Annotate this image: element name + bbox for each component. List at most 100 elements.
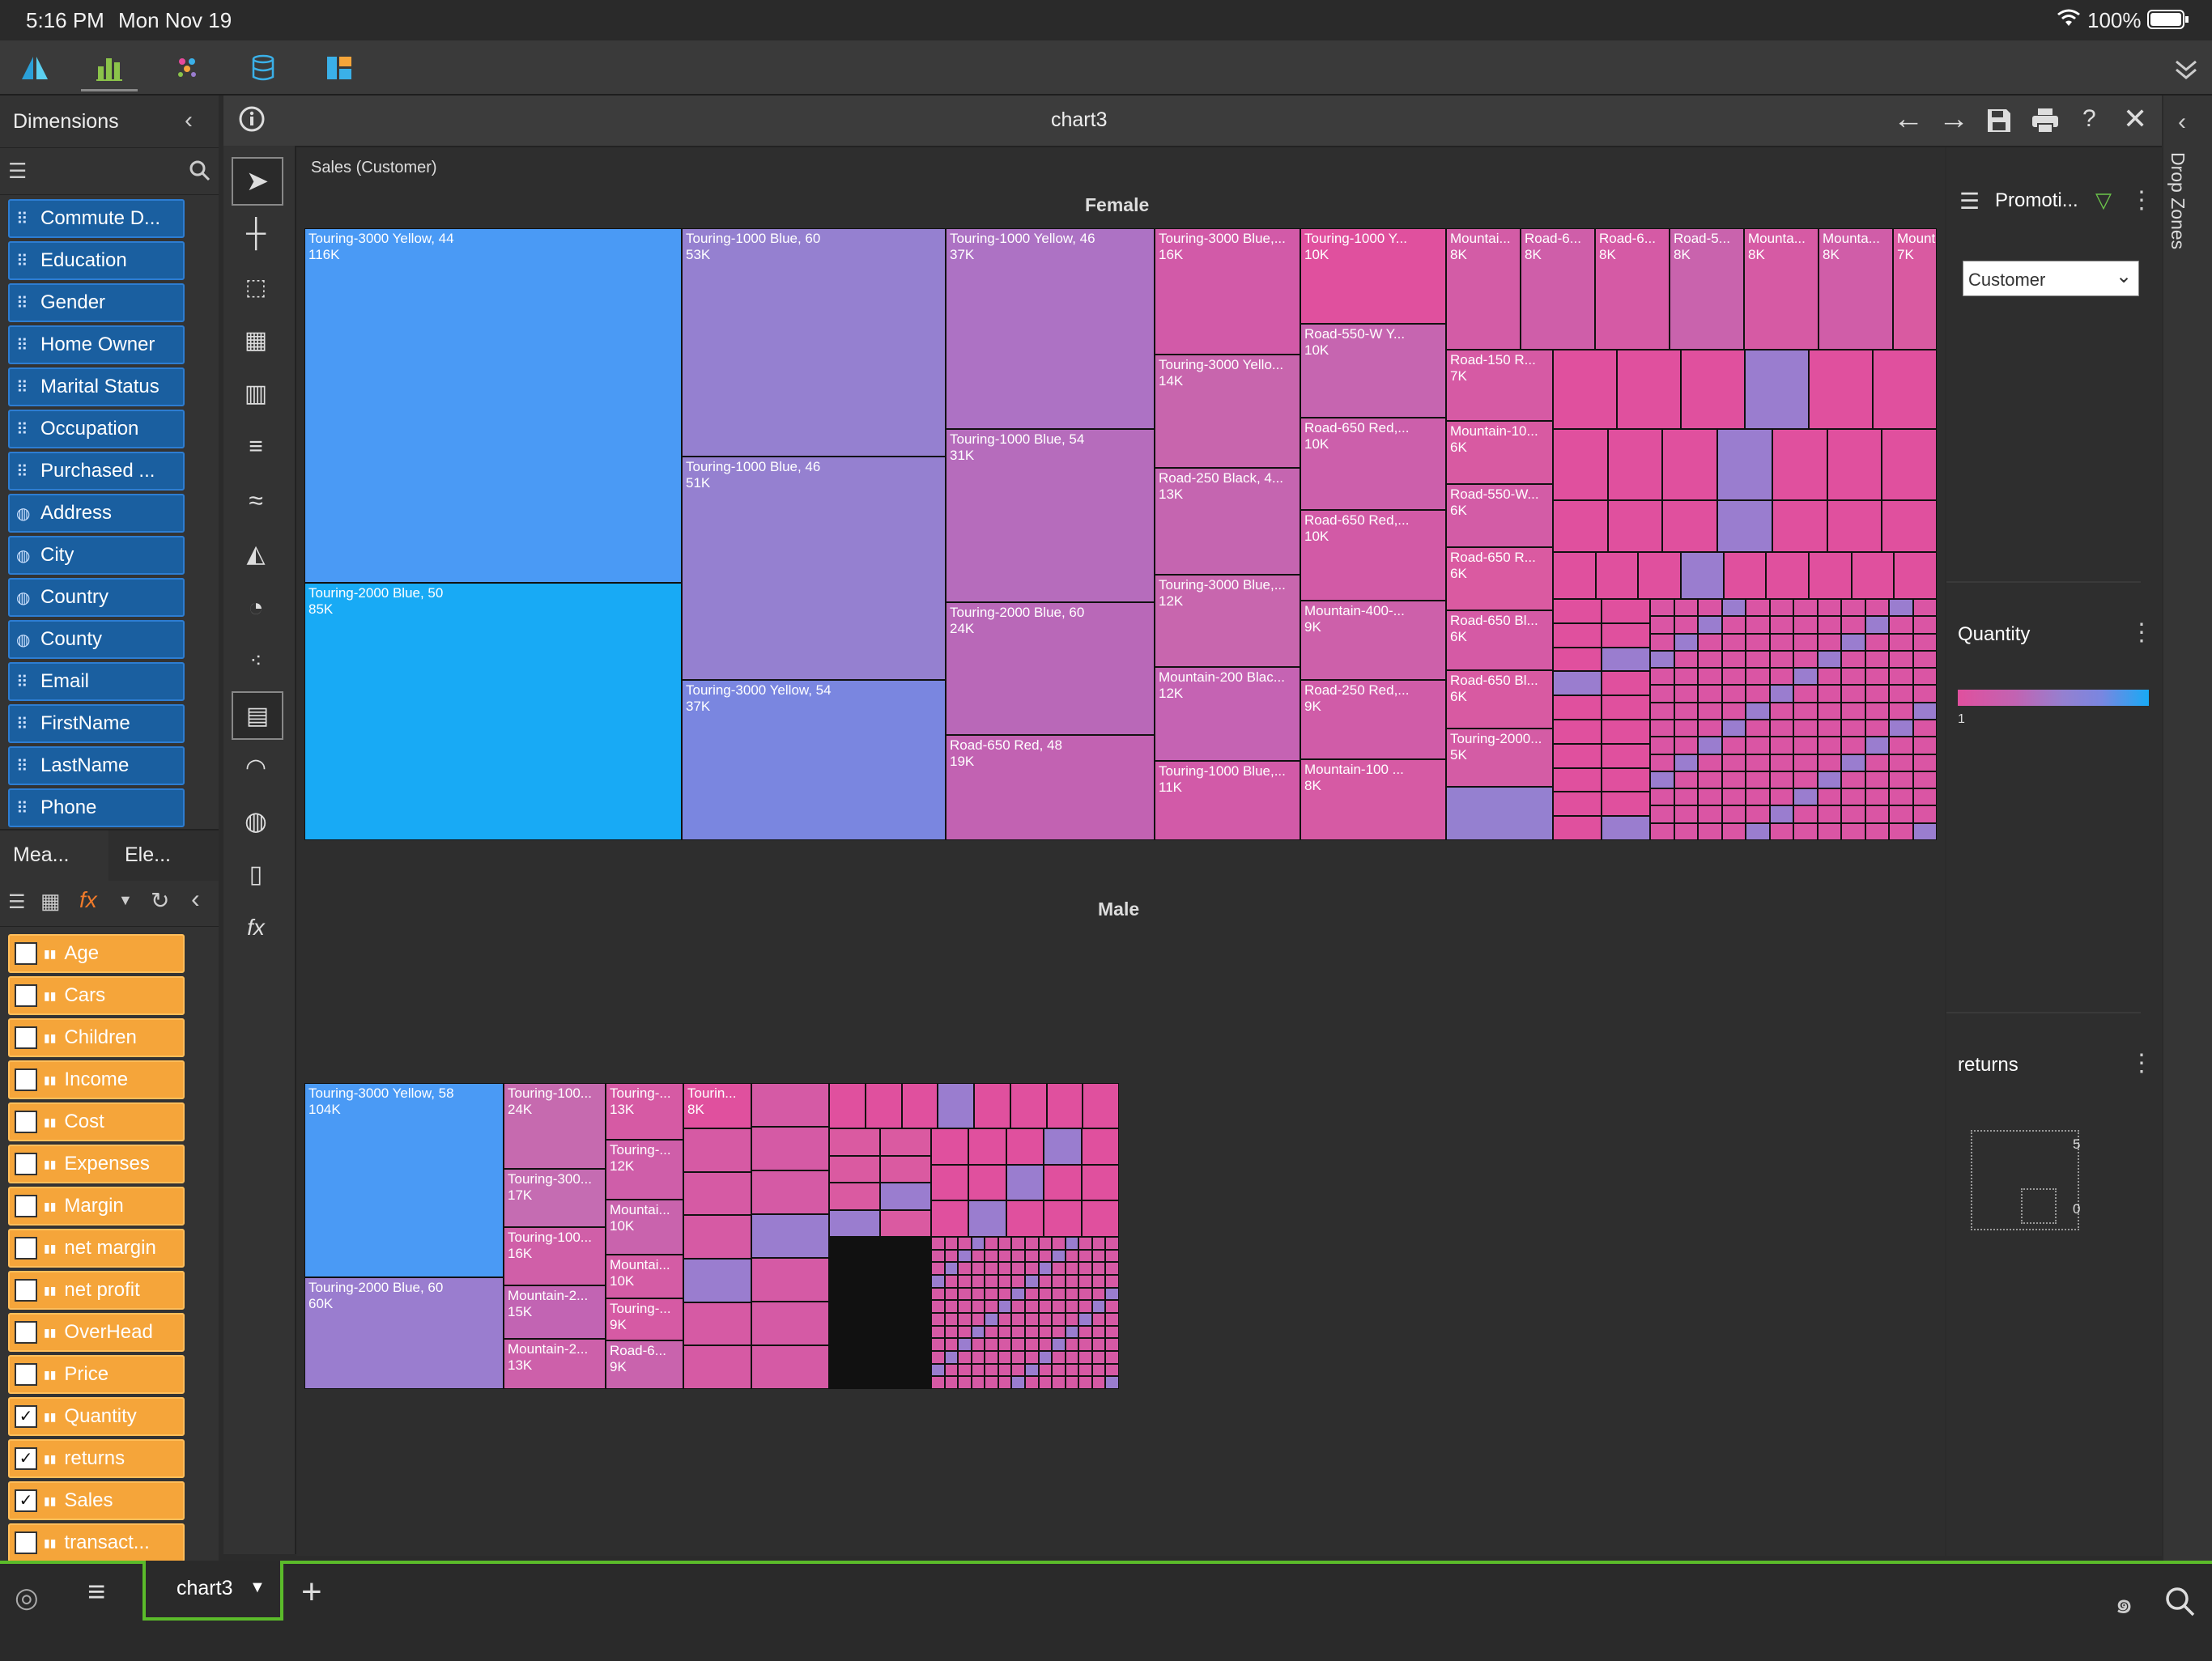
sheet-tab-dropdown-icon[interactable]: ▼ [249, 1578, 266, 1597]
treemap-cell[interactable] [1817, 771, 1841, 789]
treemap-cell[interactable] [971, 1351, 985, 1364]
treemap-cell[interactable] [944, 1313, 959, 1326]
treemap-cell[interactable] [944, 1300, 959, 1313]
more-options-icon[interactable]: ⋮ [2129, 186, 2154, 215]
treemap-cell[interactable] [1889, 685, 1913, 703]
treemap-cell[interactable] [944, 1287, 959, 1301]
treemap-cell[interactable] [1011, 1363, 1025, 1377]
treemap-cell[interactable] [1721, 702, 1746, 720]
treemap-cell[interactable] [958, 1275, 972, 1288]
treemap-cell[interactable] [1865, 720, 1889, 737]
treemap-cell[interactable] [1650, 771, 1674, 789]
treemap-cell[interactable] [1721, 650, 1746, 669]
treemap-cell[interactable] [971, 1300, 985, 1313]
treemap-cell[interactable]: Touring-300... 17K [504, 1169, 606, 1227]
dimension-item[interactable]: ⠿ Phone [8, 788, 185, 827]
treemap-cell[interactable] [1889, 650, 1913, 669]
measure-item[interactable]: ▮▮ Children [8, 1018, 185, 1057]
treemap-cell[interactable] [1650, 737, 1674, 754]
treemap-cell[interactable] [985, 1325, 998, 1339]
treemap-cell[interactable] [1602, 599, 1650, 623]
treemap-cell[interactable] [1698, 599, 1722, 617]
treemap-cell[interactable] [1052, 1363, 1066, 1377]
treemap-cell[interactable] [1105, 1275, 1119, 1288]
dimension-item[interactable]: ⠿ Commute D... [8, 199, 185, 238]
treemap-cell[interactable] [1698, 616, 1722, 634]
treemap-cell[interactable] [958, 1338, 972, 1351]
treemap-cell[interactable] [998, 1313, 1012, 1326]
collapse-chevrons-icon[interactable] [2170, 47, 2202, 89]
treemap-cell[interactable] [1746, 633, 1770, 651]
treemap-cell[interactable] [1602, 720, 1650, 744]
dimension-item[interactable]: ⠿ Education [8, 241, 185, 280]
treemap-cell[interactable] [1046, 1083, 1083, 1128]
treemap-cell[interactable]: Road-650 Red,... 10K [1300, 510, 1446, 601]
treemap-cell[interactable] [1602, 695, 1650, 720]
treemap-cell[interactable] [1674, 633, 1698, 651]
treemap-cell[interactable] [1698, 702, 1722, 720]
horizontal-bar-icon[interactable]: ≡ [232, 424, 280, 469]
treemap-cell[interactable] [1793, 650, 1818, 669]
treemap-cell[interactable] [1091, 1325, 1106, 1339]
treemap-cell[interactable]: Mountain-200 Blac... 12K [1155, 667, 1300, 761]
treemap-cell[interactable] [1011, 1313, 1025, 1326]
treemap-cell[interactable] [1912, 805, 1937, 823]
treemap-cell[interactable] [1553, 695, 1602, 720]
treemap-cell[interactable] [1105, 1300, 1119, 1313]
treemap-cell[interactable] [880, 1183, 931, 1210]
treemap-cell[interactable] [1674, 702, 1698, 720]
treemap-cell[interactable] [1078, 1249, 1092, 1263]
treemap-cell[interactable] [751, 1345, 829, 1389]
treemap-cell[interactable] [944, 1325, 959, 1339]
dimension-item[interactable]: ⠿ FirstName [8, 704, 185, 743]
treemap-cell[interactable]: Mountain-400-... 9K [1300, 601, 1446, 680]
treemap-cell[interactable] [1025, 1237, 1039, 1250]
treemap-cell[interactable] [1553, 599, 1602, 623]
treemap-cell[interactable] [968, 1164, 1006, 1201]
treemap-cell[interactable] [829, 1183, 880, 1210]
expand-drop-zones-icon[interactable]: ‹ [2178, 108, 2186, 136]
treemap-cell[interactable] [1723, 552, 1767, 599]
treemap-cell[interactable] [683, 1171, 751, 1216]
treemap-cell[interactable] [998, 1249, 1012, 1263]
treemap-cell[interactable] [1602, 671, 1650, 696]
treemap-cell[interactable] [1553, 647, 1602, 672]
treemap-cell[interactable] [1721, 822, 1746, 840]
treemap-cell[interactable] [1662, 429, 1718, 500]
treemap-cell[interactable] [1721, 633, 1746, 651]
treemap-cell[interactable] [1052, 1300, 1066, 1313]
treemap-cell[interactable] [1078, 1262, 1092, 1275]
treemap-cell[interactable] [1078, 1313, 1092, 1326]
treemap-cell[interactable] [1746, 702, 1770, 720]
treemap-cell[interactable] [1105, 1249, 1119, 1263]
measure-item[interactable]: ▮▮ Age [8, 934, 185, 973]
treemap-cell[interactable]: Touring-3000 Yellow, 44 116K [304, 228, 682, 583]
treemap-cell[interactable] [1865, 754, 1889, 771]
treemap-cell[interactable] [1912, 771, 1937, 789]
treemap-cell[interactable] [1065, 1325, 1079, 1339]
treemap-cell[interactable] [1105, 1376, 1119, 1389]
treemap-cell[interactable] [1841, 822, 1865, 840]
treemap-cell[interactable]: Touring-1000 Blue, 54 31K [946, 429, 1155, 602]
treemap-cell[interactable] [1105, 1287, 1119, 1301]
treemap-cell[interactable] [931, 1237, 945, 1250]
treemap-cell[interactable] [1602, 743, 1650, 768]
treemap-cell[interactable] [1038, 1249, 1053, 1263]
treemap-cell[interactable] [1052, 1325, 1066, 1339]
treemap-cell[interactable] [1865, 771, 1889, 789]
treemap-cell[interactable] [1078, 1338, 1092, 1351]
dimension-item[interactable]: ◍ County [8, 620, 185, 659]
treemap-cell[interactable] [1011, 1351, 1025, 1364]
treemap-cell[interactable] [1065, 1249, 1079, 1263]
treemap-cell[interactable] [1681, 350, 1745, 429]
treemap-cell[interactable] [1105, 1363, 1119, 1377]
treemap-cell[interactable] [1078, 1351, 1092, 1364]
measure-checkbox[interactable] [15, 1279, 37, 1302]
treemap-cell[interactable] [1650, 805, 1674, 823]
treemap-cell[interactable] [1817, 599, 1841, 617]
dimension-item[interactable]: ⠿ Gender [8, 283, 185, 322]
treemap-cell[interactable] [1769, 788, 1793, 806]
treemap-cell[interactable] [1078, 1237, 1092, 1250]
measure-checkbox[interactable] [15, 942, 37, 965]
treemap-cell[interactable] [1010, 1083, 1047, 1128]
